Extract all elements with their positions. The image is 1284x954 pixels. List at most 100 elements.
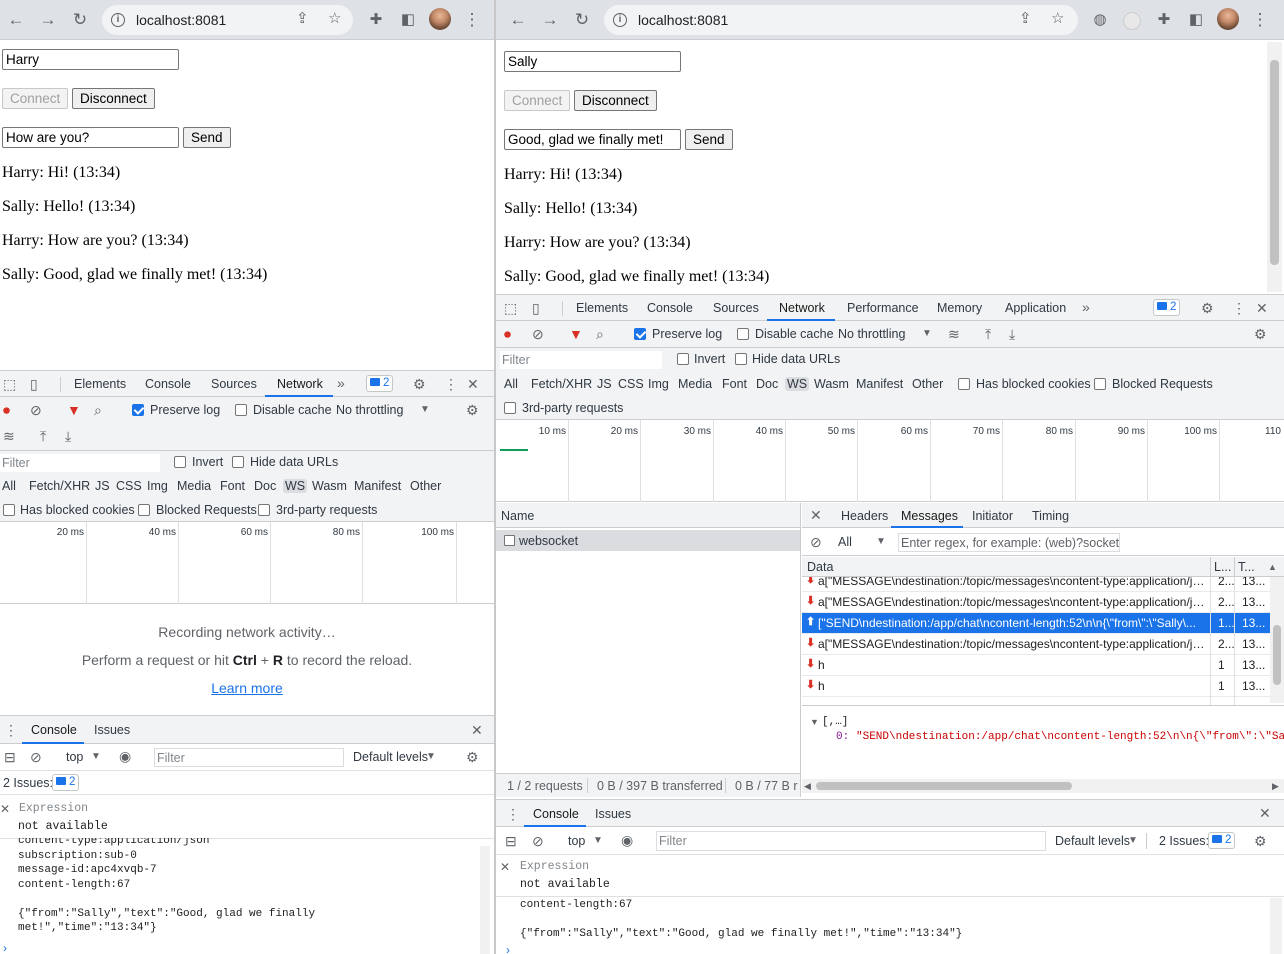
request-row[interactable]: websocket xyxy=(496,530,800,551)
message-row-selected[interactable]: ⬆ ["SEND\ndestination:/app/chat\ncontent… xyxy=(802,613,1270,634)
blocked-requests-checkbox[interactable] xyxy=(1094,378,1106,390)
more-tabs-icon[interactable]: » xyxy=(337,375,345,391)
settings-gear-icon[interactable]: ⚙ xyxy=(413,376,426,392)
type-all[interactable]: All xyxy=(2,479,16,493)
invert-checkbox[interactable] xyxy=(174,456,186,468)
live-expression-eye-icon[interactable]: ◉ xyxy=(621,832,633,848)
tab-performance[interactable]: Performance xyxy=(847,301,919,315)
console-scrollbar[interactable] xyxy=(480,846,490,954)
tab-elements[interactable]: Elements xyxy=(74,377,126,391)
forward-icon[interactable]: → xyxy=(538,8,562,32)
record-stop-icon[interactable]: ⏺ xyxy=(3,402,10,418)
throttling-select[interactable]: No throttling xyxy=(838,327,905,341)
disconnect-button[interactable]: Disconnect xyxy=(574,90,657,111)
name-input[interactable]: Harry xyxy=(2,49,179,70)
close-devtools-icon[interactable]: ✕ xyxy=(1256,300,1268,316)
tab-elements[interactable]: Elements xyxy=(576,301,628,315)
message-input[interactable]: Good, glad we finally met! xyxy=(504,129,681,150)
blocked-requests-checkbox[interactable] xyxy=(138,504,150,516)
side-panel-icon[interactable]: ◧ xyxy=(396,8,420,32)
chevron-down-icon[interactable]: ▼ xyxy=(1128,833,1138,849)
type-wasm[interactable]: Wasm xyxy=(312,479,347,493)
drawer-menu-icon[interactable]: ⋮ xyxy=(4,722,18,738)
inspect-element-icon[interactable]: ⬚ xyxy=(3,376,16,392)
type-other[interactable]: Other xyxy=(410,479,441,493)
bookmark-star-icon[interactable]: ☆ xyxy=(328,9,341,27)
preserve-log-checkbox[interactable] xyxy=(634,328,646,340)
type-ws[interactable]: WS xyxy=(785,377,810,391)
type-ws[interactable]: WS xyxy=(283,479,308,493)
type-doc[interactable]: Doc xyxy=(254,479,276,493)
type-all[interactable]: All xyxy=(504,377,518,391)
type-manifest[interactable]: Manifest xyxy=(856,377,903,391)
more-options-icon[interactable]: ⋮ xyxy=(444,376,458,392)
remove-expression-icon[interactable]: ✕ xyxy=(500,859,510,875)
type-manifest[interactable]: Manifest xyxy=(354,479,401,493)
length-column-header[interactable]: L... xyxy=(1214,560,1231,574)
drawer-tab-issues[interactable]: Issues xyxy=(595,807,631,821)
back-icon[interactable]: ← xyxy=(4,8,28,32)
drawer-tab-issues[interactable]: Issues xyxy=(94,723,130,737)
tab-console[interactable]: Console xyxy=(145,377,191,391)
side-panel-icon[interactable]: ◧ xyxy=(1184,8,1208,32)
search-icon[interactable]: ⌕ xyxy=(94,402,102,418)
import-har-icon[interactable]: ⤒ xyxy=(985,326,991,342)
log-levels-select[interactable]: Default levels xyxy=(353,750,428,764)
type-font[interactable]: Font xyxy=(722,377,747,391)
sidebar-toggle-icon[interactable]: ⊟ xyxy=(505,833,517,849)
send-button[interactable]: Send xyxy=(183,127,231,148)
type-img[interactable]: Img xyxy=(147,479,168,493)
filter-input[interactable]: Filter xyxy=(500,351,662,369)
filter-funnel-icon[interactable]: ▼ xyxy=(67,402,81,418)
remove-expression-icon[interactable]: ✕ xyxy=(0,801,10,817)
issues-count-badge[interactable]: 2 xyxy=(52,774,80,791)
live-expression-eye-icon[interactable]: ◉ xyxy=(119,748,131,764)
search-icon[interactable]: ⌕ xyxy=(596,326,604,342)
type-fetch-xhr[interactable]: Fetch/XHR xyxy=(29,479,90,493)
type-img[interactable]: Img xyxy=(648,377,669,391)
type-other[interactable]: Other xyxy=(912,377,943,391)
log-levels-select[interactable]: Default levels xyxy=(1055,834,1130,848)
chevron-down-icon[interactable]: ▼ xyxy=(91,749,101,765)
message-row[interactable]: ⬇ h 1 13... xyxy=(802,655,1270,676)
forward-icon[interactable]: → xyxy=(36,8,60,32)
more-tabs-icon[interactable]: » xyxy=(1082,299,1090,315)
extension-icon[interactable]: ◍ xyxy=(1088,8,1112,32)
export-har-icon[interactable]: ⤓ xyxy=(1009,326,1015,342)
issues-label[interactable]: 2 Issues: xyxy=(3,776,53,790)
type-wasm[interactable]: Wasm xyxy=(814,377,849,391)
type-js[interactable]: JS xyxy=(597,377,612,391)
type-doc[interactable]: Doc xyxy=(756,377,778,391)
type-font[interactable]: Font xyxy=(220,479,245,493)
type-css[interactable]: CSS xyxy=(618,377,644,391)
record-stop-icon[interactable]: ⏺ xyxy=(504,326,511,342)
detail-hscrollbar-thumb[interactable] xyxy=(816,782,1072,790)
chevron-down-icon[interactable]: ▼ xyxy=(922,326,932,342)
tab-memory[interactable]: Memory xyxy=(937,301,982,315)
address-bar[interactable]: i localhost:8081 ⇪ ☆ xyxy=(604,5,1078,35)
network-conditions-icon[interactable]: ≋ xyxy=(948,326,960,342)
message-row[interactable]: ⬇ a["MESSAGE\ndestination:/topic/message… xyxy=(802,592,1270,613)
expand-triangle-icon[interactable]: ▼ xyxy=(810,714,819,730)
clear-messages-icon[interactable]: ⊘ xyxy=(810,534,822,550)
page-scrollbar-thumb[interactable] xyxy=(1270,60,1279,265)
has-blocked-cookies-checkbox[interactable] xyxy=(3,504,15,516)
message-row[interactable]: ⬇ h 1 13... xyxy=(802,676,1270,697)
preserve-log-checkbox[interactable] xyxy=(132,404,144,416)
learn-more-link[interactable]: Learn more xyxy=(0,680,494,696)
site-info-icon[interactable]: i xyxy=(613,13,627,27)
type-css[interactable]: CSS xyxy=(116,479,142,493)
message-regex-filter[interactable]: Enter regex, for example: (web)?socket xyxy=(898,533,1120,552)
tab-application[interactable]: Application xyxy=(1005,301,1066,315)
type-js[interactable]: JS xyxy=(95,479,110,493)
name-column-header[interactable]: Name xyxy=(501,509,534,523)
hide-data-urls-checkbox[interactable] xyxy=(735,353,747,365)
extensions-icon[interactable]: ✚ xyxy=(364,8,388,32)
bookmark-star-icon[interactable]: ☆ xyxy=(1051,9,1064,27)
tab-sources[interactable]: Sources xyxy=(211,377,257,391)
menu-kebab-icon[interactable]: ⋮ xyxy=(460,8,484,32)
tab-network[interactable]: Network xyxy=(779,301,825,315)
tab-initiator[interactable]: Initiator xyxy=(972,509,1013,523)
message-input[interactable]: How are you? xyxy=(2,127,179,148)
issues-label[interactable]: 2 Issues: xyxy=(1159,834,1209,848)
